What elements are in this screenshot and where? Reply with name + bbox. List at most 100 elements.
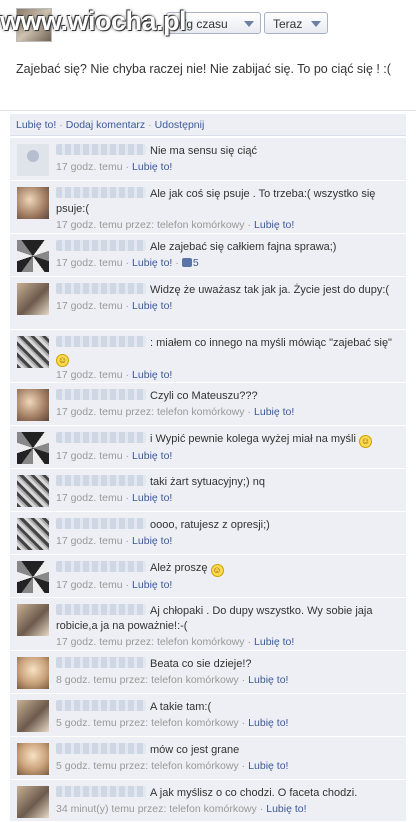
comment-meta: 17 godz. temu przez: telefon komórkowy · L… — [56, 405, 398, 420]
comment-time: 17 godz. temu — [56, 450, 123, 462]
comment-text: : miałem co innego na myśli mówiąc "zaje… — [150, 337, 392, 349]
avatar[interactable] — [17, 283, 49, 315]
comment-like-link[interactable]: Lubię to! — [132, 369, 172, 381]
avatar[interactable] — [17, 700, 49, 732]
comment-item: Widzę że uważasz tak jak ja. Życie jest … — [10, 277, 406, 330]
comment-item: A jak myślisz o co chodzi. O faceta chod… — [10, 780, 406, 822]
comment-like-link[interactable]: Lubię to! — [248, 674, 288, 686]
smiley-icon: ☺ — [56, 354, 69, 367]
separator: · — [125, 161, 130, 173]
comment-meta: 17 godz. temu · Lubię to! — [56, 534, 398, 549]
comment-item: taki żart sytuacyjny;) nq 17 godz. temu · L… — [10, 469, 406, 512]
time-dropdown[interactable]: Teraz — [264, 12, 328, 34]
separator: · — [241, 760, 246, 772]
avatar[interactable] — [17, 432, 49, 464]
comment-body: Ależ proszę ☺ 17 godz. temu · Lubię to! — [56, 561, 398, 593]
author-name-redacted[interactable] — [56, 700, 146, 711]
comment-text: Ależ proszę — [150, 562, 211, 574]
avatar[interactable] — [17, 475, 49, 507]
author-name-redacted[interactable] — [56, 604, 146, 615]
author-name-redacted[interactable] — [56, 786, 146, 797]
separator: · — [175, 257, 179, 269]
comment-meta: 34 minut(y) temu przez: telefon komórkow… — [56, 802, 398, 817]
smiley-icon: ☺ — [210, 564, 224, 577]
comment-text: i Wypić pewnie kolega wyżej miał na myśl… — [150, 433, 359, 445]
author-name-redacted[interactable] — [56, 336, 146, 347]
author-name-redacted[interactable] — [56, 389, 146, 400]
comment-meta: 5 godz. temu przez: telefon komórkowy · Lu… — [56, 759, 398, 774]
avatar[interactable] — [17, 561, 49, 593]
author-name-redacted[interactable] — [56, 743, 146, 754]
separator: · — [241, 674, 246, 686]
comment-time: 17 godz. temu — [56, 492, 123, 504]
like-link[interactable]: Lubię to! — [16, 119, 56, 131]
comment-time: 17 godz. temu — [56, 369, 123, 381]
comment-time: 17 godz. temu — [56, 535, 123, 547]
comment-like-link[interactable]: Lubię to! — [132, 535, 172, 547]
author-name-redacted[interactable] — [56, 240, 146, 251]
separator: · — [59, 119, 63, 131]
comment-like-link[interactable]: Lubię to! — [254, 219, 294, 231]
comment-text: taki żart sytuacyjny;) nq — [150, 476, 265, 488]
like-count[interactable]: 5 — [193, 257, 199, 269]
post-text: Zajebać się? Nie chyba raczej nie! Nie z… — [16, 62, 391, 76]
comment-body: Widzę że uważasz tak jak ja. Życie jest … — [56, 283, 398, 314]
author-name-redacted[interactable] — [56, 518, 146, 529]
comment-like-link[interactable]: Lubię to! — [132, 492, 172, 504]
comment-body: Beata co sie dzieje!? 8 godz. temu przez:… — [56, 657, 398, 688]
avatar[interactable] — [17, 786, 49, 818]
comment-item: i Wypić pewnie kolega wyżej miał na myśl… — [10, 426, 406, 469]
author-name-redacted[interactable] — [56, 561, 146, 572]
add-comment-link[interactable]: Dodaj komentarz — [66, 119, 145, 131]
author-name-redacted[interactable] — [56, 187, 146, 198]
comment-body: Czyli co Mateuszu??? 17 godz. temu przez:… — [56, 389, 398, 420]
comment-time: 17 godz. temu — [56, 300, 123, 312]
comment-body: i Wypić pewnie kolega wyżej miał na myśl… — [56, 432, 398, 464]
comment-like-link[interactable]: Lubię to! — [266, 803, 306, 815]
comment-like-link[interactable]: Lubię to! — [248, 760, 288, 772]
comment-like-link[interactable]: Lubię to! — [132, 300, 172, 312]
comment-like-link[interactable]: Lubię to! — [254, 636, 294, 648]
comment-like-link[interactable]: Lubię to! — [132, 161, 172, 173]
comment-meta: 17 godz. temu · Lubię to! · 5 — [56, 256, 398, 271]
avatar[interactable] — [17, 604, 49, 636]
comment-text: oooo, ratujesz z opresji;) — [150, 519, 270, 531]
author-name-redacted[interactable] — [56, 432, 146, 443]
comment-like-link[interactable]: Lubię to! — [248, 717, 288, 729]
comment-item: Ależ proszę ☺ 17 godz. temu · Lubię to! — [10, 555, 406, 598]
author-name-redacted[interactable] — [56, 475, 146, 486]
thumbs-up-icon — [181, 258, 192, 267]
author-name-redacted[interactable] — [56, 657, 146, 668]
chevron-down-icon — [244, 21, 254, 27]
share-link[interactable]: Udostępnij — [155, 119, 205, 131]
avatar[interactable] — [17, 187, 49, 219]
avatar[interactable] — [17, 144, 49, 176]
separator: · — [247, 219, 252, 231]
comment-item: A takie tam:(5 godz. temu przez: telefon… — [10, 694, 406, 737]
author-name-redacted[interactable] — [56, 144, 146, 155]
comment-meta: 5 godz. temu przez: telefon komórkowy · Lu… — [56, 716, 398, 731]
avatar[interactable] — [17, 336, 49, 368]
comment-like-link[interactable]: Lubię to! — [132, 579, 172, 591]
avatar[interactable] — [17, 518, 49, 550]
comment-meta: 17 godz. temu przez: telefon komórkowy · L… — [56, 218, 398, 233]
avatar[interactable] — [17, 657, 49, 689]
comment-meta: 17 godz. temu · Lubię to! — [56, 491, 398, 506]
comment-body: : miałem co innego na myśli mówiąc "zaje… — [56, 336, 398, 383]
comment-body: Ale zajebać się całkiem fajna sprawa;) 17… — [56, 240, 398, 271]
comment-item: Ale jak coś się psuje . To trzeba:( wszy… — [10, 181, 406, 234]
comment-like-link[interactable]: Lubię to! — [132, 450, 172, 462]
avatar[interactable] — [17, 389, 49, 421]
comment-like-link[interactable]: Lubię to! — [254, 406, 294, 418]
comment-item: Beata co sie dzieje!? 8 godz. temu przez:… — [10, 651, 406, 694]
comment-meta: 17 godz. temu · Lubię to! — [56, 578, 398, 593]
avatar[interactable] — [17, 240, 49, 272]
comment-like-link[interactable]: Lubię to! — [132, 257, 172, 269]
comment-text: Ale zajebać się całkiem fajna sprawa;) — [150, 241, 337, 253]
top-bar: www.wiocha.pl Wg czasu Teraz — [0, 0, 416, 48]
avatar[interactable] — [17, 743, 49, 775]
author-name-redacted[interactable] — [56, 283, 146, 294]
comment-meta: 17 godz. temu · Lubię to! — [56, 160, 398, 175]
time-dropdown-label: Teraz — [273, 17, 303, 31]
comment-body: taki żart sytuacyjny;) nq 17 godz. temu · L… — [56, 475, 398, 506]
